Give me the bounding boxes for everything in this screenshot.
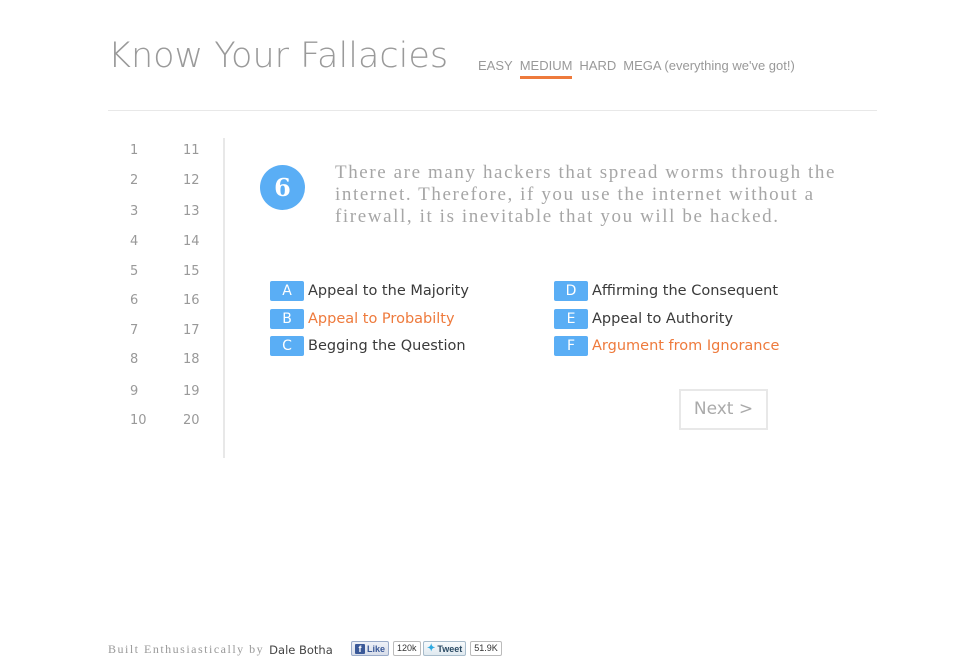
question-link-12[interactable]: 12 <box>183 173 211 188</box>
difficulty-hard[interactable]: HARD <box>579 58 616 79</box>
answer-letter-b: B <box>270 309 304 329</box>
answer-letter-e: E <box>554 309 588 329</box>
facebook-like-widget: f Like 120k <box>351 641 421 656</box>
facebook-icon: f <box>355 643 365 654</box>
question-link-4[interactable]: 4 <box>130 234 158 249</box>
tweet-button[interactable]: ✦ Tweet <box>423 641 467 656</box>
difficulty-nav: EASY MEDIUM HARD MEGA (everything we've … <box>478 58 795 79</box>
answer-label-d: Affirming the Consequent <box>592 283 779 299</box>
answer-label-a: Appeal to the Majority <box>308 283 469 299</box>
question-link-11[interactable]: 11 <box>183 143 211 158</box>
twitter-bird-icon: ✦ <box>427 643 436 654</box>
difficulty-mega[interactable]: MEGA (everything we've got!) <box>623 58 795 79</box>
question-link-2[interactable]: 2 <box>130 173 158 188</box>
answer-letter-a: A <box>270 281 304 301</box>
question-number-badge: 6 <box>260 165 305 210</box>
answer-option-a[interactable]: A Appeal to the Majority <box>270 281 469 301</box>
question-link-3[interactable]: 3 <box>130 204 158 219</box>
footer-built-text: Built Enthusiastically by <box>108 642 265 656</box>
difficulty-medium[interactable]: MEDIUM <box>519 58 573 79</box>
question-link-8[interactable]: 8 <box>130 352 158 367</box>
facebook-like-button[interactable]: f Like <box>351 641 390 656</box>
twitter-tweet-widget: ✦ Tweet 51.9K <box>423 641 502 656</box>
question-link-10[interactable]: 10 <box>130 413 158 428</box>
question-link-17[interactable]: 17 <box>183 323 211 338</box>
answer-letter-c: C <box>270 336 304 356</box>
question-link-5[interactable]: 5 <box>130 264 158 279</box>
tweet-count: 51.9K <box>470 641 502 656</box>
answer-option-d[interactable]: D Affirming the Consequent <box>554 281 778 301</box>
question-link-6[interactable]: 6 <box>130 293 158 308</box>
question-link-9[interactable]: 9 <box>130 384 158 399</box>
answer-option-c[interactable]: C Begging the Question <box>270 336 466 356</box>
question-link-16[interactable]: 16 <box>183 293 211 308</box>
header-divider <box>108 110 877 111</box>
facebook-like-label: Like <box>367 643 386 654</box>
author-link[interactable]: Dale Botha <box>269 643 333 657</box>
question-link-14[interactable]: 14 <box>183 234 211 249</box>
difficulty-easy[interactable]: EASY <box>478 58 513 79</box>
answer-label-f: Argument from Ignorance <box>592 338 780 354</box>
site-title[interactable]: Know Your Fallacies <box>108 36 448 76</box>
next-button[interactable]: Next > <box>679 389 768 430</box>
tweet-label: Tweet <box>437 643 463 654</box>
answer-option-f[interactable]: F Argument from Ignorance <box>554 336 779 356</box>
answer-letter-d: D <box>554 281 588 301</box>
question-link-20[interactable]: 20 <box>183 413 211 428</box>
answer-label-e: Appeal to Authority <box>592 311 734 327</box>
answer-option-e[interactable]: E Appeal to Authority <box>554 309 733 329</box>
question-list: 1 2 3 4 5 6 7 8 9 10 11 12 13 14 15 16 1… <box>118 138 225 458</box>
question-link-1[interactable]: 1 <box>130 143 158 158</box>
question-link-13[interactable]: 13 <box>183 204 211 219</box>
question-link-7[interactable]: 7 <box>130 323 158 338</box>
question-link-18[interactable]: 18 <box>183 352 211 367</box>
question-link-15[interactable]: 15 <box>183 264 211 279</box>
answer-option-b[interactable]: B Appeal to Probabilty <box>270 309 455 329</box>
footer-credit: Built Enthusiastically by Dale Botha <box>108 642 333 657</box>
question-text: There are many hackers that spread worms… <box>335 162 837 227</box>
answer-letter-f: F <box>554 336 588 356</box>
answer-label-b: Appeal to Probabilty <box>308 311 455 327</box>
facebook-like-count: 120k <box>393 641 421 656</box>
question-link-19[interactable]: 19 <box>183 384 211 399</box>
answer-label-c: Begging the Question <box>308 338 466 354</box>
